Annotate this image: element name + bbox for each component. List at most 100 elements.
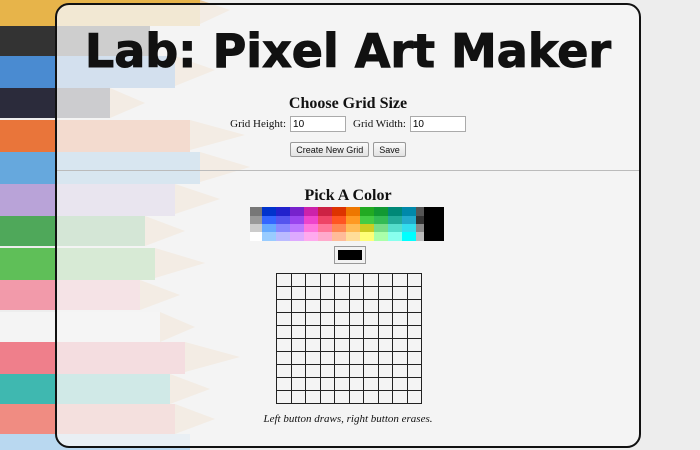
grid-cell[interactable]: [319, 286, 335, 300]
grid-cell[interactable]: [392, 312, 408, 326]
grid-cell[interactable]: [392, 364, 408, 378]
grid-cell[interactable]: [377, 364, 393, 378]
grid-cell[interactable]: [392, 351, 408, 365]
grid-cell[interactable]: [363, 364, 379, 378]
grid-cell[interactable]: [406, 273, 422, 287]
grid-cell[interactable]: [334, 338, 350, 352]
grid-cell[interactable]: [290, 312, 306, 326]
grid-cell[interactable]: [363, 338, 379, 352]
grid-cell[interactable]: [392, 299, 408, 313]
grid-cell[interactable]: [276, 351, 292, 365]
grid-cell[interactable]: [305, 390, 321, 404]
grid-cell[interactable]: [363, 312, 379, 326]
grid-cell[interactable]: [348, 312, 364, 326]
grid-cell[interactable]: [348, 377, 364, 391]
grid-cell[interactable]: [377, 312, 393, 326]
grid-cell[interactable]: [392, 325, 408, 339]
grid-cell[interactable]: [319, 325, 335, 339]
grid-cell[interactable]: [406, 338, 422, 352]
create-grid-button[interactable]: Create New Grid: [290, 142, 370, 157]
grid-cell[interactable]: [363, 390, 379, 404]
grid-cell[interactable]: [334, 390, 350, 404]
grid-cell[interactable]: [276, 338, 292, 352]
grid-cell[interactable]: [363, 351, 379, 365]
grid-cell[interactable]: [276, 312, 292, 326]
grid-cell[interactable]: [392, 377, 408, 391]
grid-cell[interactable]: [290, 390, 306, 404]
grid-cell[interactable]: [348, 351, 364, 365]
grid-cell[interactable]: [348, 390, 364, 404]
grid-cell[interactable]: [305, 299, 321, 313]
grid-cell[interactable]: [319, 273, 335, 287]
grid-cell[interactable]: [377, 325, 393, 339]
grid-cell[interactable]: [406, 377, 422, 391]
grid-cell[interactable]: [334, 325, 350, 339]
grid-cell[interactable]: [363, 286, 379, 300]
grid-cell[interactable]: [319, 364, 335, 378]
grid-cell[interactable]: [392, 338, 408, 352]
grid-cell[interactable]: [334, 312, 350, 326]
pixel-canvas[interactable]: [276, 273, 422, 404]
grid-cell[interactable]: [305, 377, 321, 391]
grid-cell[interactable]: [305, 325, 321, 339]
grid-cell[interactable]: [305, 273, 321, 287]
grid-cell[interactable]: [290, 351, 306, 365]
grid-cell[interactable]: [392, 390, 408, 404]
grid-cell[interactable]: [305, 351, 321, 365]
grid-cell[interactable]: [276, 299, 292, 313]
grid-cell[interactable]: [406, 390, 422, 404]
color-palette[interactable]: [250, 207, 444, 241]
grid-cell[interactable]: [319, 299, 335, 313]
grid-cell[interactable]: [276, 325, 292, 339]
grid-cell[interactable]: [334, 377, 350, 391]
grid-cell[interactable]: [290, 273, 306, 287]
grid-cell[interactable]: [276, 364, 292, 378]
grid-cell[interactable]: [377, 351, 393, 365]
grid-cell[interactable]: [334, 286, 350, 300]
grid-cell[interactable]: [377, 286, 393, 300]
grid-cell[interactable]: [319, 338, 335, 352]
grid-height-input[interactable]: [290, 116, 347, 132]
grid-cell[interactable]: [290, 286, 306, 300]
grid-cell[interactable]: [406, 312, 422, 326]
grid-cell[interactable]: [348, 273, 364, 287]
grid-cell[interactable]: [392, 273, 408, 287]
grid-cell[interactable]: [377, 338, 393, 352]
grid-cell[interactable]: [406, 325, 422, 339]
grid-cell[interactable]: [319, 351, 335, 365]
grid-cell[interactable]: [319, 390, 335, 404]
grid-cell[interactable]: [290, 377, 306, 391]
grid-cell[interactable]: [305, 286, 321, 300]
grid-cell[interactable]: [406, 351, 422, 365]
grid-cell[interactable]: [406, 299, 422, 313]
grid-cell[interactable]: [334, 351, 350, 365]
grid-cell[interactable]: [363, 299, 379, 313]
grid-cell[interactable]: [290, 364, 306, 378]
grid-cell[interactable]: [305, 364, 321, 378]
grid-cell[interactable]: [276, 390, 292, 404]
selected-color-swatch[interactable]: [334, 246, 366, 264]
grid-cell[interactable]: [377, 299, 393, 313]
grid-cell[interactable]: [392, 286, 408, 300]
save-button[interactable]: Save: [373, 142, 406, 157]
grid-cell[interactable]: [290, 325, 306, 339]
grid-cell[interactable]: [406, 286, 422, 300]
grid-cell[interactable]: [334, 364, 350, 378]
grid-cell[interactable]: [406, 364, 422, 378]
grid-cell[interactable]: [305, 312, 321, 326]
grid-cell[interactable]: [276, 377, 292, 391]
grid-cell[interactable]: [348, 325, 364, 339]
grid-cell[interactable]: [305, 338, 321, 352]
grid-cell[interactable]: [348, 299, 364, 313]
grid-cell[interactable]: [348, 338, 364, 352]
grid-cell[interactable]: [290, 338, 306, 352]
grid-cell[interactable]: [363, 377, 379, 391]
grid-cell[interactable]: [319, 377, 335, 391]
grid-cell[interactable]: [334, 299, 350, 313]
grid-cell[interactable]: [363, 273, 379, 287]
grid-cell[interactable]: [348, 364, 364, 378]
grid-cell[interactable]: [334, 273, 350, 287]
grid-cell[interactable]: [377, 273, 393, 287]
grid-cell[interactable]: [377, 390, 393, 404]
grid-cell[interactable]: [377, 377, 393, 391]
